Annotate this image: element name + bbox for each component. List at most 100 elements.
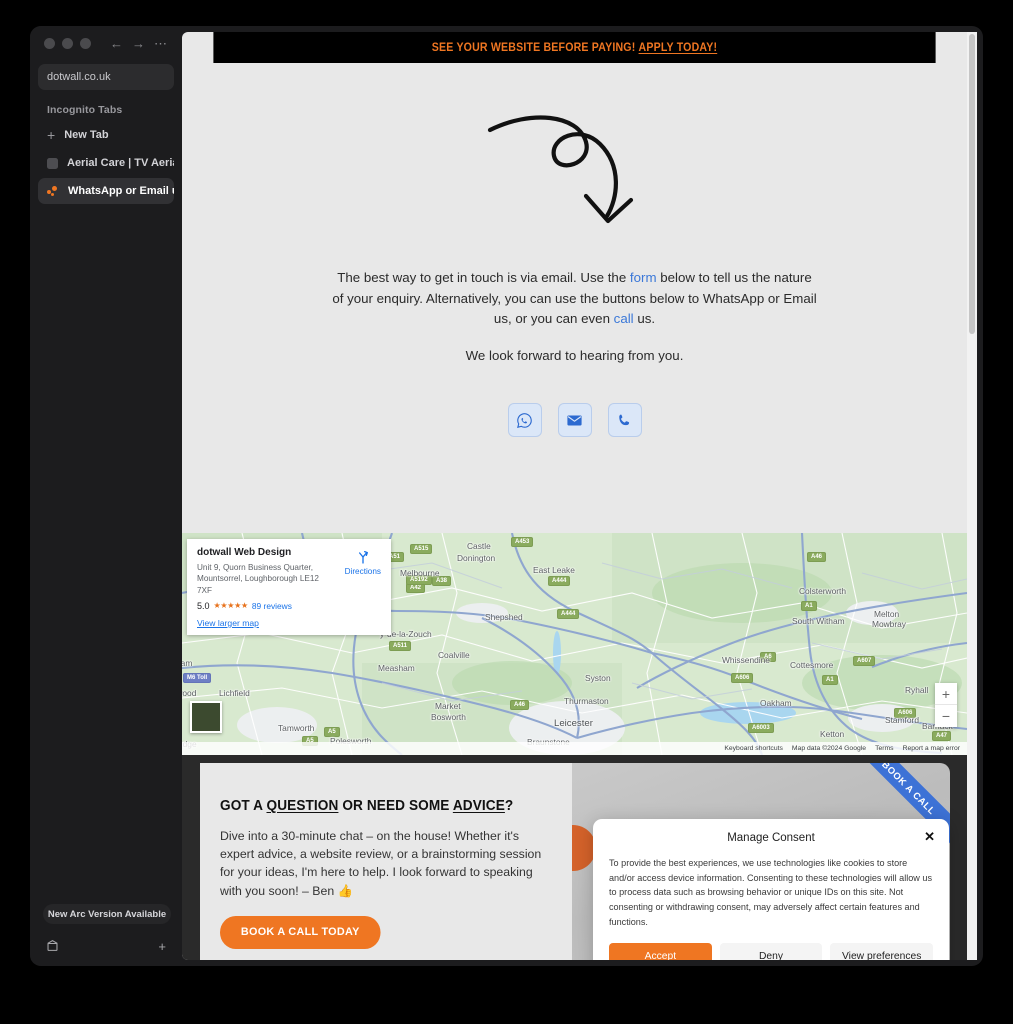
cta-heading-advice: ADVICE [452, 798, 505, 814]
browser-sidebar: ← → ⋯ dotwall.co.uk Incognito Tabs + New… [30, 26, 182, 966]
map-business-card: dotwall Web Design Unit 9, Quorn Busines… [187, 539, 391, 635]
plus-icon: + [47, 127, 56, 143]
zoom-in-button[interactable]: + [935, 683, 957, 705]
map-town-label: Melbourne [400, 568, 440, 578]
square-favicon-icon [47, 157, 58, 169]
back-icon[interactable]: ← [109, 37, 124, 50]
map-town-label: Coalville [438, 650, 470, 660]
map-road-shield: A6003 [748, 723, 774, 733]
map-data-text: Map data ©2024 Google [791, 745, 867, 752]
arc-update-pill[interactable]: New Arc Version Available [43, 904, 171, 924]
view-larger-map-link[interactable]: View larger map [197, 618, 381, 628]
cta-heading-b: OR NEED SOME [338, 798, 453, 814]
map-road-shield: A511 [389, 641, 412, 651]
map-town-label: South Witham [792, 616, 845, 626]
map-road-shield: A444 [548, 576, 571, 586]
apply-today-link[interactable]: APPLY TODAY! [639, 42, 718, 54]
consent-actions-row: Accept Deny View preferences [609, 942, 934, 960]
map-town-label: Ketton [820, 729, 845, 739]
intro-paragraph-2: We look forward to hearing from you. [465, 348, 684, 364]
accept-button[interactable]: Accept [609, 942, 712, 960]
map-road-shield: A515 [410, 544, 433, 554]
cta-body: Dive into a 30-minute chat – on the hous… [220, 829, 542, 898]
map-town-label: Castle [467, 541, 491, 551]
view-preferences-button[interactable]: View preferences [830, 942, 934, 960]
directions-label: Directions [344, 567, 381, 576]
sidebar-new-tab-icon[interactable]: + [158, 940, 166, 953]
phone-button[interactable] [607, 403, 642, 437]
page-scrollbar-thumb[interactable] [969, 34, 975, 334]
arc-update-label: New Arc Version Available [47, 908, 167, 920]
zoom-out-button[interactable]: − [935, 705, 957, 727]
business-address: Unit 9, Quorn Business Quarter, Mountsor… [197, 563, 319, 595]
terms-link[interactable]: Terms [875, 745, 894, 752]
map-road-shield: A453 [511, 537, 534, 547]
page-scrollbar-track[interactable] [967, 32, 977, 960]
book-a-call-ribbon-label: BOOK A CALL [879, 763, 938, 817]
manage-consent-dialog: Manage Consent ✕ To provide the best exp… [593, 819, 949, 960]
map-road-shield: A47 [932, 731, 952, 741]
more-options-icon[interactable]: ⋯ [153, 37, 168, 50]
intro-copy: The best way to get in touch is via emai… [182, 268, 967, 367]
address-bar-value: dotwall.co.uk [47, 71, 111, 83]
intro-text-a: The best way to get in touch is via emai… [337, 270, 630, 285]
email-button[interactable] [557, 403, 592, 437]
intro-paragraph-1: The best way to get in touch is via emai… [332, 268, 817, 330]
new-tab-label: New Tab [64, 129, 109, 141]
map-road-shield: A1 [822, 675, 838, 685]
map-town-label: Donington [457, 553, 496, 563]
reviews-link[interactable]: 89 reviews [252, 601, 292, 611]
map-town-label: Tamworth [278, 723, 315, 733]
sidebar-tab-label: WhatsApp or Email u... [68, 185, 174, 197]
consent-body-text: To provide the best experiences, we use … [609, 858, 933, 927]
cta-heading-question: QUESTION [266, 798, 339, 814]
map-town-label: twood [182, 688, 197, 698]
sidebar-footer: + [30, 932, 182, 960]
map-town-label: Melton [874, 609, 900, 619]
sidebar-tab-whatsapp-or-email[interactable]: WhatsApp or Email u... [38, 178, 174, 204]
cta-heading-a: GOT A [220, 798, 267, 814]
sidebar-tab-aerial-care[interactable]: Aerial Care | TV Aeria... [38, 150, 174, 176]
map-town-label: Leicester [554, 718, 593, 729]
deny-button[interactable]: Deny [719, 942, 823, 960]
new-tab-button[interactable]: + New Tab [38, 122, 174, 148]
consent-title: Manage Consent [727, 832, 815, 844]
map-town-label: Stamford [885, 715, 919, 725]
map-road-shield: A46 [807, 552, 827, 562]
map-town-label: Measham [378, 663, 415, 673]
page-content: SEE YOUR WEBSITE BEFORE PAYING! APPLY TO… [182, 32, 967, 960]
book-a-call-today-button[interactable]: BOOK A CALL TODAY [220, 915, 381, 949]
sidebar-tab-label: Aerial Care | TV Aeria... [67, 157, 174, 169]
archive-icon[interactable] [46, 939, 59, 954]
map-town-label: Lichfield [219, 688, 250, 698]
promo-text: SEE YOUR WEBSITE BEFORE PAYING! [431, 41, 636, 54]
browser-window: ← → ⋯ dotwall.co.uk Incognito Tabs + New… [30, 26, 983, 966]
business-rating-row: 5.0 ★★★★★ 89 reviews [197, 601, 381, 611]
forward-icon[interactable]: → [131, 37, 146, 50]
contact-buttons-row [182, 403, 967, 437]
map-town-label: East Leake [533, 565, 575, 575]
map-town-label: Syston [585, 673, 611, 683]
maximize-window-button[interactable] [80, 37, 91, 49]
map-zoom-controls: + − [935, 683, 957, 727]
keyboard-shortcuts-link[interactable]: Keyboard shortcuts [724, 745, 783, 752]
intro-text-c: us. [633, 311, 656, 327]
map-town-label: Whissendine [722, 655, 770, 665]
map-road-shield: A444 [557, 609, 580, 619]
close-icon[interactable]: ✕ [924, 830, 935, 843]
whatsapp-button[interactable] [507, 403, 542, 437]
close-window-button[interactable] [44, 37, 55, 49]
form-link[interactable]: form [630, 270, 657, 285]
map-town-label: Mowbray [872, 619, 906, 629]
map-street-view-thumbnail[interactable] [190, 701, 222, 733]
book-a-call-today-label: BOOK A CALL TODAY [240, 926, 360, 939]
map-town-label: Ryhall [905, 685, 929, 695]
map-road-shield: A1 [801, 601, 817, 611]
address-bar[interactable]: dotwall.co.uk [38, 64, 174, 90]
map-town-label: Cottesmore [790, 660, 834, 670]
call-link[interactable]: call [614, 311, 634, 326]
directions-button[interactable]: Directions [345, 549, 381, 576]
google-map[interactable]: A453A46A42A606A511A6A607A515A51A5192A38A… [182, 533, 967, 755]
minimize-window-button[interactable] [62, 37, 73, 49]
report-map-error-link[interactable]: Report a map error [903, 745, 960, 752]
